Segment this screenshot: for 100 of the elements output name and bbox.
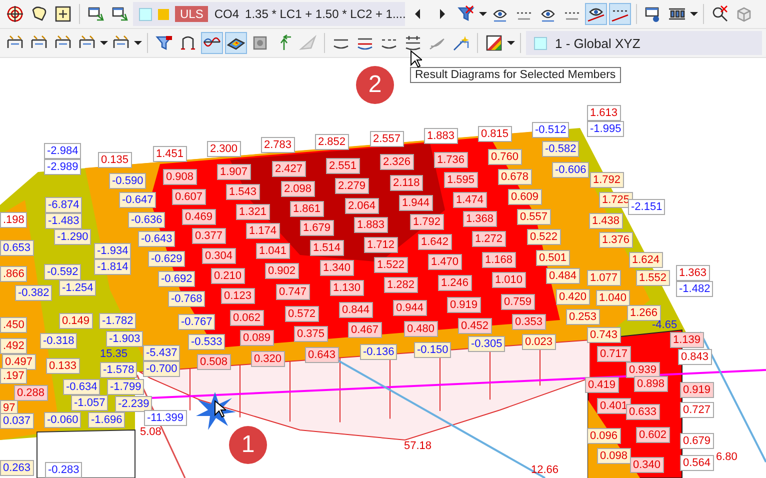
result-value-label: 0.484 [546, 268, 580, 284]
result-value-label: 0.607 [172, 189, 206, 205]
result-value-label: 0.564 [680, 455, 714, 471]
result-value-label: 0.643 [305, 347, 339, 363]
result-value-label: -1.254 [59, 280, 96, 296]
result-value-label: -1.290 [54, 229, 92, 245]
result-value-label: 1.438 [589, 213, 623, 229]
result-value-label: 1.010 [492, 272, 526, 288]
result-value-label: 0.508 [197, 354, 231, 370]
result-value-label: 1.514 [310, 240, 344, 256]
member-result-value: 12.66 [531, 464, 559, 477]
wave-diagram-icon[interactable] [201, 32, 223, 54]
result-value-label: 0.679 [680, 433, 714, 449]
caret-icon[interactable] [134, 39, 142, 47]
result-value-label: 1.246 [438, 275, 472, 291]
result-value-label: 0.135 [98, 152, 132, 168]
result-value-label: 1.368 [463, 211, 497, 227]
result-value-label: 0.098 [597, 448, 631, 464]
result-value-label: -0.150 [414, 342, 452, 358]
result-value-label: 1.470 [428, 254, 462, 270]
result-value-label: 2.279 [335, 178, 369, 194]
result-value-label: 1.613 [587, 105, 621, 121]
result-value-label: -1.696 [88, 412, 126, 428]
result-value-label: 1.522 [374, 257, 408, 273]
result-value-label: 1.077 [587, 270, 621, 286]
caret-icon[interactable] [100, 39, 108, 47]
result-value-label: 0.944 [393, 300, 427, 316]
result-value-label: -0.592 [44, 264, 82, 280]
member-result-value: 15.35 [100, 348, 128, 361]
result-value-label: -1.057 [71, 395, 108, 411]
result-value-label: 1.139 [670, 332, 704, 348]
result-value-label: 0.452 [458, 318, 492, 334]
combination-description: 1.35 * LC1 + 1.50 * LC2 + 1.... [245, 7, 406, 21]
caret-icon[interactable] [507, 39, 515, 47]
result-value-label: -2.239 [115, 396, 152, 412]
result-value-label: -0.283 [45, 462, 82, 478]
result-value-label: -1.782 [99, 313, 136, 329]
caret-icon[interactable] [690, 10, 698, 18]
result-value-label: 0.844 [339, 302, 373, 318]
result-value-label: -0.136 [360, 344, 398, 360]
result-value-label: 1.543 [226, 184, 260, 200]
result-value-label: 0.898 [634, 376, 668, 392]
result-value-label: 0.815 [478, 126, 512, 142]
result-value-label: 1.174 [246, 223, 280, 239]
result-value-label: -0.533 [188, 334, 226, 350]
result-value-label: 1.679 [300, 220, 334, 236]
result-value-label: 0.123 [221, 288, 255, 304]
member-result-value: -4.65 [652, 319, 678, 332]
result-value-label: 1.040 [596, 290, 630, 306]
load-combination-dropdown[interactable]: ULS CO4 1.35 * LC1 + 1.50 * LC2 + 1.... [133, 2, 405, 26]
result-value-label: -0.590 [109, 173, 146, 189]
result-value-label: 2.427 [272, 161, 306, 177]
result-value-label: 0.908 [163, 169, 197, 185]
caret-icon[interactable] [479, 10, 487, 18]
result-value-label: -0.318 [40, 333, 78, 349]
result-value-label: 0.253 [566, 309, 600, 325]
result-value-label: -2.989 [44, 159, 82, 175]
result-value-label: 0.939 [626, 362, 660, 378]
result-value-label: 1.340 [320, 260, 354, 276]
target-icon[interactable] [4, 3, 26, 25]
result-value-label: 0.760 [488, 149, 522, 165]
result-value-label: 1.883 [354, 217, 388, 233]
result-value-label: 0.469 [182, 209, 216, 225]
result-value-label: .197 [0, 368, 28, 384]
result-value-label: -0.643 [138, 231, 176, 247]
result-value-label: 0.377 [192, 228, 226, 244]
result-value-label: 0.609 [508, 189, 542, 205]
result-value-label: 0.320 [251, 351, 285, 367]
result-value-label: -6.874 [45, 197, 82, 213]
result-value-label: -0.582 [542, 141, 580, 157]
result-value-label: 0.602 [636, 427, 670, 443]
result-value-label: 1.552 [636, 270, 670, 286]
tooltip: Result Diagrams for Selected Members [410, 67, 621, 83]
result-value-label: 0.727 [680, 402, 714, 418]
result-value-label: -1.903 [106, 331, 144, 347]
result-value-label: 0.717 [597, 346, 631, 362]
member-result-value: 6.80 [716, 451, 738, 464]
result-value-label: 0.149 [59, 313, 93, 329]
result-value-label: 0.480 [404, 321, 438, 337]
step-number-badge: 2 [356, 66, 394, 104]
result-value-label: -1.934 [94, 243, 132, 259]
combination-name: CO4 [214, 7, 240, 21]
coordinate-system-dropdown[interactable]: 1 - Global XYZ [526, 31, 762, 55]
result-value-label: -11.399 [144, 410, 186, 426]
result-value-label: 0.678 [498, 169, 532, 185]
color-swatch-icon [534, 36, 547, 50]
result-value-label: -0.636 [128, 212, 166, 228]
result-value-label: -2.984 [44, 143, 82, 159]
eye-icon[interactable] [585, 3, 607, 25]
result-value-label: 0.653 [0, 240, 34, 256]
values-icon[interactable] [609, 3, 631, 25]
result-value-label: .492 [0, 338, 28, 354]
result-value-label: 1.792 [590, 172, 624, 188]
color-swatch-icon [158, 8, 169, 20]
contour-icon[interactable] [225, 32, 247, 54]
result-value-label: 0.133 [46, 358, 80, 374]
result-value-label: 0.759 [501, 294, 535, 310]
result-value-label: 0.419 [585, 377, 619, 393]
result-value-label: 0.420 [556, 289, 590, 305]
result-value-label: 0.557 [517, 209, 551, 225]
